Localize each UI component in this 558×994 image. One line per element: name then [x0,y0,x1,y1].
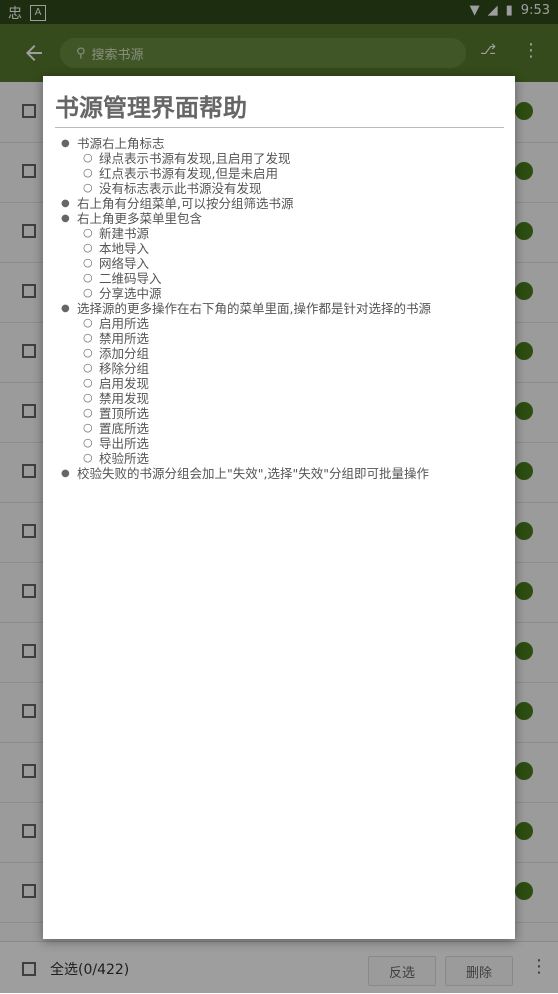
list-item: 禁用发现 [83,390,491,406]
list-item: 选择源的更多操作在右下角的菜单里面,操作都是针对选择的书源 启用所选 禁用所选 … [61,301,491,466]
list-item: 置底所选 [83,420,491,436]
list-item: 分享选中源 [83,285,491,301]
list-item: 置顶所选 [83,405,491,421]
list-item: 网络导入 [83,255,491,271]
list-item: 校验所选 [83,450,491,466]
list-item: 启用发现 [83,375,491,391]
list-item: 禁用所选 [83,330,491,346]
list-item: 添加分组 [83,345,491,361]
dialog-title: 书源管理界面帮助 [55,88,504,128]
list-item: 导出所选 [83,435,491,451]
list-item: 新建书源 [83,225,491,241]
help-content: 书源右上角标志 绿点表示书源有发现,且启用了发现 红点表示书源有发现,但是未启用… [61,136,491,481]
list-item: 二维码导入 [83,270,491,286]
list-item: 移除分组 [83,360,491,376]
list-item: 红点表示书源有发现,但是未启用 [83,165,491,181]
list-item: 本地导入 [83,240,491,256]
list-item: 右上角有分组菜单,可以按分组筛选书源 [61,196,491,211]
help-dialog: 书源管理界面帮助 书源右上角标志 绿点表示书源有发现,且启用了发现 红点表示书源… [43,76,515,939]
help-list: 书源右上角标志 绿点表示书源有发现,且启用了发现 红点表示书源有发现,但是未启用… [61,136,491,481]
list-item: 书源右上角标志 绿点表示书源有发现,且启用了发现 红点表示书源有发现,但是未启用… [61,136,491,196]
list-item: 校验失败的书源分组会加上"失效",选择"失效"分组即可批量操作 [61,466,491,481]
list-item: 启用所选 [83,315,491,331]
list-item: 没有标志表示此书源没有发现 [83,180,491,196]
list-item: 右上角更多菜单里包含 新建书源 本地导入 网络导入 二维码导入 分享选中源 [61,211,491,301]
list-item: 绿点表示书源有发现,且启用了发现 [83,150,491,166]
